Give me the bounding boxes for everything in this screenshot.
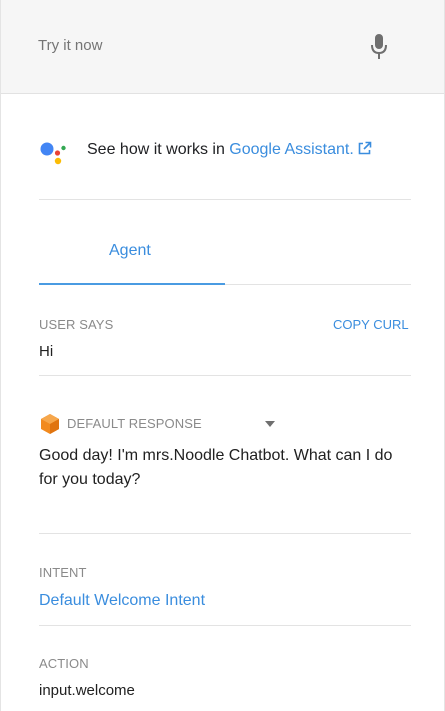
divider (39, 375, 411, 376)
assistant-prefix: See how it works in (87, 141, 230, 158)
google-assistant-row: See how it works in Google Assistant. (39, 138, 419, 168)
default-response-text: Good day! I'm mrs.Noodle Chatbot. What c… (39, 447, 393, 488)
copy-curl-button[interactable]: COPY CURL (333, 317, 409, 332)
default-response-label: DEFAULT RESPONSE (67, 416, 202, 431)
user-says-label: USER SAYS (39, 317, 114, 332)
action-label: ACTION (39, 656, 89, 671)
tab-agent[interactable]: Agent (109, 242, 151, 260)
user-says-value: Hi (39, 343, 54, 360)
try-it-panel: See how it works in Google Assistant. Ag… (0, 0, 445, 711)
action-value: input.welcome (39, 682, 135, 699)
try-it-input[interactable] (38, 37, 338, 54)
try-it-bar (1, 0, 444, 94)
divider (39, 625, 411, 626)
google-assistant-link-text: Google Assistant. (229, 141, 354, 158)
intent-label: INTENT (39, 565, 87, 580)
microphone-icon[interactable] (369, 33, 389, 61)
external-link-icon (358, 141, 372, 155)
default-response-icon (41, 414, 59, 434)
intent-link[interactable]: Default Welcome Intent (39, 592, 205, 610)
google-assistant-link[interactable]: Google Assistant. (229, 141, 372, 158)
divider (39, 533, 411, 534)
assistant-caption: See how it works in Google Assistant. (87, 141, 372, 159)
divider (39, 199, 411, 200)
google-assistant-logo-icon (40, 142, 66, 165)
active-tab-indicator (39, 283, 225, 285)
chevron-down-icon[interactable] (264, 420, 276, 428)
